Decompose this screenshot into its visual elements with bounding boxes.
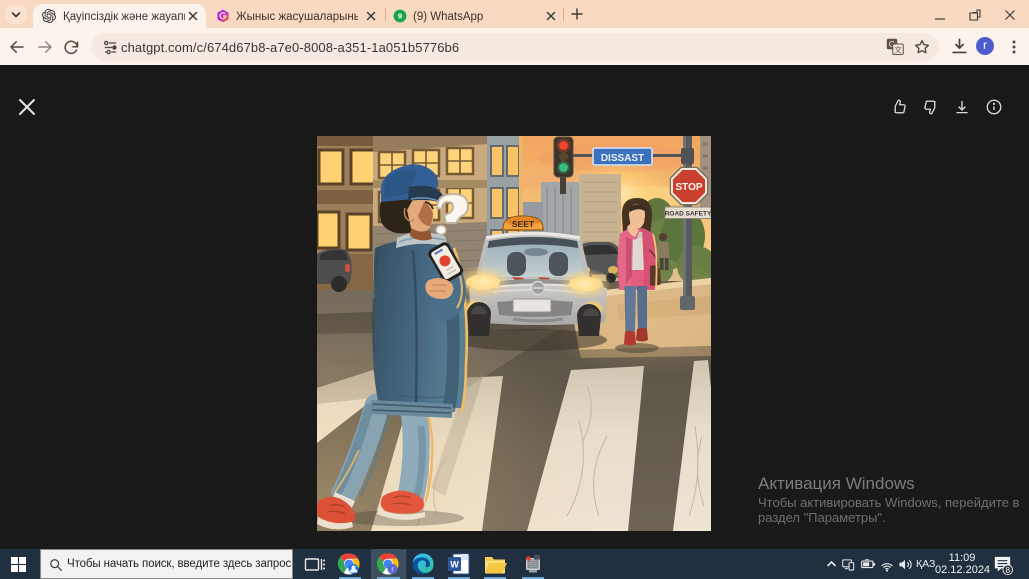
svg-text:9: 9 — [398, 12, 402, 21]
svg-text:8: 8 — [1005, 565, 1010, 575]
svg-text:文: 文 — [894, 44, 902, 54]
svg-text:W: W — [450, 560, 459, 570]
